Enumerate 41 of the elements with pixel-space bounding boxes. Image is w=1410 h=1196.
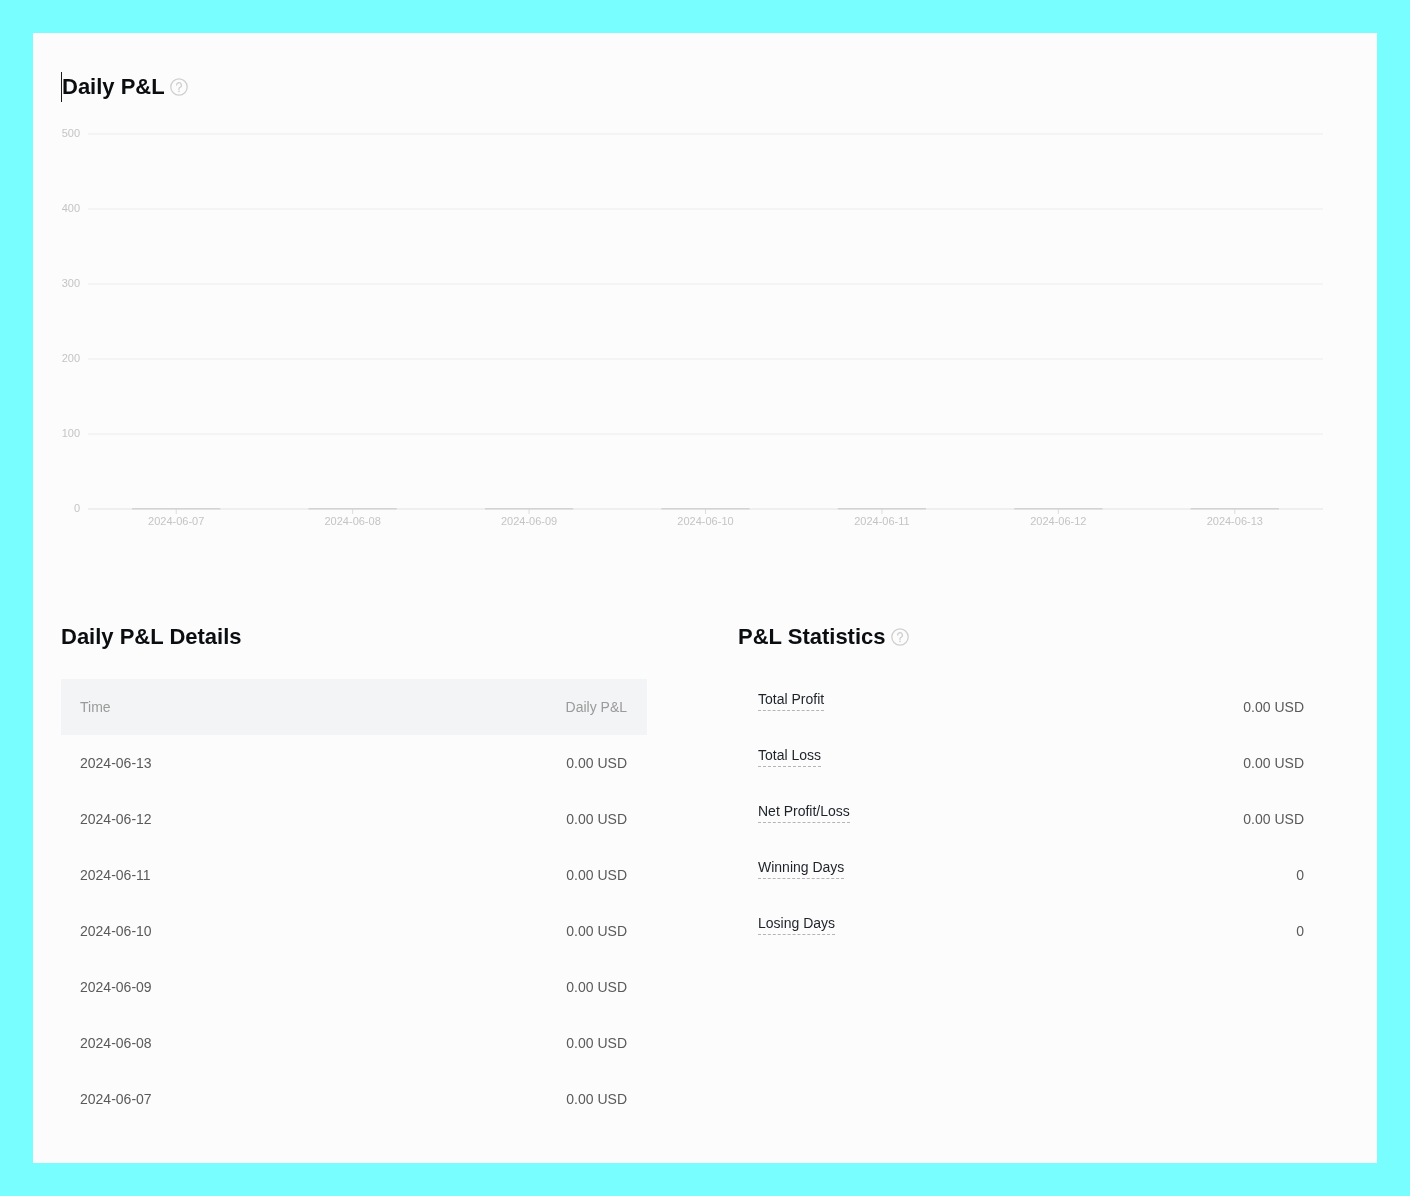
stat-label: Winning Days (758, 857, 845, 879)
table-cell: 2024-06-13 (80, 755, 152, 771)
table-cell: 2024-06-08 (80, 1035, 152, 1051)
table-cell: 2024-06-07 (80, 1091, 152, 1107)
stat-value: 0.00 USD (1243, 811, 1304, 827)
table-cell: 0.00 USD (566, 1035, 627, 1051)
stat-value: 0.00 USD (1243, 699, 1304, 715)
help-icon[interactable] (890, 628, 909, 646)
table-cell: 0.00 USD (566, 811, 627, 827)
stat-value: 0 (1296, 867, 1304, 883)
x-axis-label: 2024-06-12 (1030, 514, 1087, 527)
x-axis-label: 2024-06-13 (1206, 514, 1263, 527)
table-cell: 0.00 USD (566, 755, 627, 771)
y-axis-label: 300 (61, 276, 80, 289)
section-title: P&L Statistics (738, 623, 886, 651)
table-cell: 2024-06-09 (80, 979, 152, 995)
x-axis-label: 2024-06-11 (854, 514, 910, 527)
x-axis-label: 2024-06-08 (324, 514, 381, 527)
table-cell: 0.00 USD (566, 1091, 627, 1107)
x-axis-label: 2024-06-09 (500, 514, 558, 527)
section-title: Daily P&L Details (61, 623, 242, 651)
table-cell: 2024-06-10 (80, 923, 152, 939)
table-cell: 2024-06-11 (80, 867, 151, 883)
stat-label: Net Profit/Loss (758, 801, 850, 823)
stat-label: Losing Days (758, 913, 836, 935)
text-cursor (61, 72, 62, 102)
column-header: Daily P&L (565, 699, 627, 715)
help-icon[interactable] (169, 78, 188, 96)
column-header: Time (80, 699, 111, 715)
stat-value: 0 (1296, 923, 1304, 939)
x-axis-label: 2024-06-10 (677, 514, 734, 527)
x-axis-label: 2024-06-07 (148, 514, 205, 527)
stat-label: Total Loss (758, 745, 822, 767)
table-cell: 2024-06-12 (80, 811, 152, 827)
section-title: Daily P&L (62, 73, 165, 101)
table-cell: 0.00 USD (566, 867, 627, 883)
stat-value: 0.00 USD (1243, 755, 1304, 771)
table-cell: 0.00 USD (566, 979, 627, 995)
y-axis-label: 400 (61, 201, 80, 214)
stat-label: Total Profit (758, 689, 825, 711)
table-cell: 0.00 USD (566, 923, 627, 939)
